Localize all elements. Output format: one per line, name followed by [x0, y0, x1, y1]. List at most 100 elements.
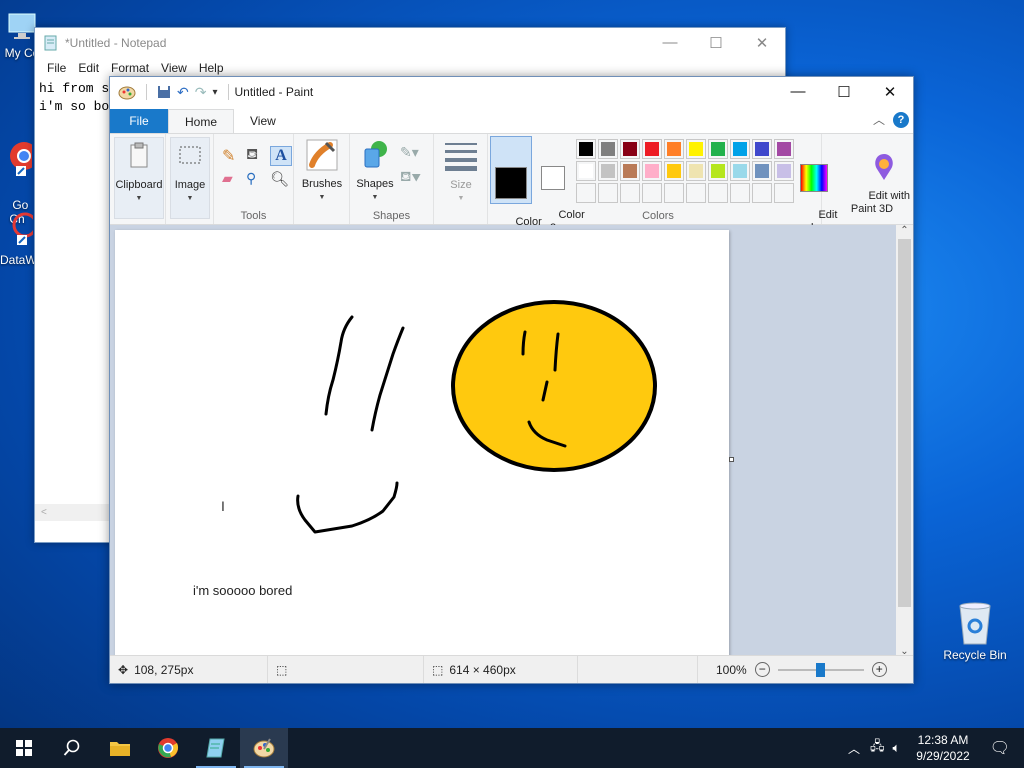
palette-swatch[interactable]	[664, 139, 684, 159]
palette-swatch[interactable]	[752, 139, 772, 159]
customize-quick-access-icon[interactable]: ▾	[212, 87, 217, 98]
clock[interactable]: 12:38 AM 9/29/2022	[904, 732, 981, 764]
palette-swatch[interactable]	[642, 139, 662, 159]
zoom-out-icon[interactable]: −	[754, 662, 770, 677]
text-icon[interactable]: A	[270, 146, 292, 166]
tab-view[interactable]: View	[234, 109, 292, 133]
close-button[interactable]: ✕	[867, 83, 913, 101]
notepad-horizontal-scrollbar[interactable]: <	[35, 504, 111, 521]
desktop-icon-recycle-bin[interactable]: Recycle Bin	[940, 600, 1010, 662]
palette-swatch[interactable]	[642, 183, 662, 203]
menu-file[interactable]: File	[41, 61, 72, 75]
undo-icon[interactable]: ↶	[177, 84, 189, 101]
selection-icon: ⬚	[276, 662, 288, 677]
palette-swatch[interactable]	[752, 183, 772, 203]
palette-swatch[interactable]	[642, 161, 662, 181]
taskbar-paint[interactable]	[240, 728, 288, 768]
menu-edit[interactable]: Edit	[72, 61, 105, 75]
tab-home[interactable]: Home	[168, 109, 235, 133]
clipboard-button[interactable]: Clipboard ▼	[114, 137, 164, 219]
redo-icon[interactable]: ↷	[195, 84, 207, 101]
drawing-canvas[interactable]: i'm sooooo bored I	[115, 230, 729, 662]
canvas-resize-handle[interactable]	[729, 457, 734, 462]
palette-swatch[interactable]	[708, 183, 728, 203]
help-icon[interactable]: ?	[893, 111, 909, 128]
notifications-icon[interactable]: 🗨︎	[982, 738, 1024, 758]
color-picker-icon[interactable]: ⚲	[246, 170, 268, 188]
maximize-button[interactable]: ☐	[693, 34, 739, 52]
network-icon[interactable]: 🖧︎	[866, 737, 889, 759]
minimize-button[interactable]: —	[647, 34, 693, 52]
minimize-ribbon-icon[interactable]: ︿	[873, 111, 885, 128]
palette-swatch[interactable]	[664, 161, 684, 181]
taskbar-notepad[interactable]	[192, 728, 240, 768]
palette-swatch[interactable]	[598, 183, 618, 203]
scroll-thumb[interactable]	[898, 239, 911, 607]
maximize-button[interactable]: ☐	[821, 83, 867, 101]
color1-button[interactable]: Color 1	[490, 136, 542, 241]
palette-swatch[interactable]	[576, 139, 596, 159]
volume-icon[interactable]: 🔈︎	[888, 740, 904, 756]
palette-swatch[interactable]	[708, 161, 728, 181]
brushes-label: Brushes	[301, 178, 343, 190]
notepad-titlebar[interactable]: *Untitled - Notepad — ☐ ✕	[35, 28, 785, 58]
palette-swatch[interactable]	[686, 161, 706, 181]
eraser-icon[interactable]: ▰	[222, 170, 244, 188]
taskbar-file-explorer[interactable]	[96, 728, 144, 768]
size-button[interactable]: Size ▼	[440, 140, 482, 205]
clipboard-label: Clipboard	[115, 179, 163, 191]
magnifier-icon[interactable]: 🔍︎	[270, 170, 292, 188]
paint-icon	[253, 738, 275, 758]
paint-window[interactable]: ↶ ↷ ▾ Untitled - Paint — ☐ ✕ File Home V…	[109, 76, 914, 684]
paint-app-icon[interactable]	[118, 84, 136, 100]
palette-swatch[interactable]	[620, 183, 640, 203]
fill-shape-icon[interactable]: ⛾▾	[400, 164, 421, 188]
palette-swatch[interactable]	[620, 139, 640, 159]
zoom-slider[interactable]	[777, 662, 864, 677]
save-icon[interactable]	[157, 85, 171, 99]
palette-swatch[interactable]	[620, 161, 640, 181]
palette-swatch[interactable]	[730, 139, 750, 159]
fill-icon[interactable]: ⛾	[246, 146, 268, 166]
palette-swatch[interactable]	[774, 139, 794, 159]
outline-icon[interactable]: ✎▾	[400, 140, 421, 164]
palette-swatch[interactable]	[730, 183, 750, 203]
image-button[interactable]: Image ▼	[170, 137, 210, 219]
taskbar-chrome[interactable]	[144, 728, 192, 768]
palette-swatch[interactable]	[576, 161, 596, 181]
vertical-scrollbar[interactable]: ⌃ ⌄	[896, 225, 913, 657]
minimize-button[interactable]: —	[775, 83, 821, 101]
palette-swatch[interactable]	[686, 183, 706, 203]
search-button[interactable]	[48, 728, 96, 768]
shapes-button[interactable]: Shapes ▼	[354, 139, 396, 204]
taskbar: ︿ 🖧︎ 🔈︎ 12:38 AM 9/29/2022 🗨︎	[0, 728, 1024, 768]
start-button[interactable]	[0, 728, 48, 768]
close-button[interactable]: ✕	[739, 34, 785, 52]
menu-format[interactable]: Format	[105, 61, 155, 75]
desktop-icon-datawrapper[interactable]: DataW	[0, 205, 37, 267]
palette-swatch[interactable]	[752, 161, 772, 181]
zoom-slider-thumb[interactable]	[815, 662, 825, 677]
palette-swatch[interactable]	[686, 139, 706, 159]
show-hidden-icons-icon[interactable]: ︿	[842, 740, 866, 757]
zoom-controls: 100% − +	[716, 662, 887, 677]
palette-swatch[interactable]	[708, 139, 728, 159]
scroll-up-icon[interactable]: ⌃	[896, 225, 913, 236]
palette-swatch[interactable]	[598, 161, 618, 181]
quick-access-toolbar: ↶ ↷ ▾	[110, 84, 233, 101]
paint-titlebar[interactable]: ↶ ↷ ▾ Untitled - Paint — ☐ ✕	[110, 77, 913, 107]
menu-view[interactable]: View	[155, 61, 193, 75]
tab-file[interactable]: File	[110, 109, 168, 133]
menu-help[interactable]: Help	[193, 61, 230, 75]
pencil-icon[interactable]: ✎	[222, 146, 244, 166]
edit-with-paint3d-button[interactable]: Edit with Paint 3D	[844, 138, 910, 229]
paint3d-label: Edit with Paint 3D	[850, 190, 911, 215]
palette-swatch[interactable]	[774, 183, 794, 203]
palette-swatch[interactable]	[576, 183, 596, 203]
palette-swatch[interactable]	[730, 161, 750, 181]
palette-swatch[interactable]	[774, 161, 794, 181]
brushes-button[interactable]: Brushes ▼	[298, 139, 346, 204]
palette-swatch[interactable]	[598, 139, 618, 159]
palette-swatch[interactable]	[664, 183, 684, 203]
zoom-in-icon[interactable]: +	[871, 662, 887, 677]
